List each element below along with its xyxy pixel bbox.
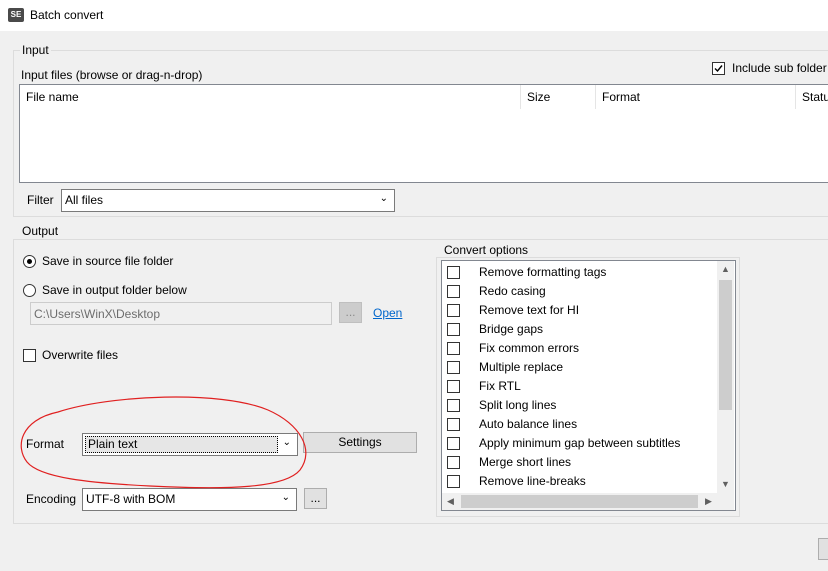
convert-option-checkbox[interactable] [447,304,460,317]
convert-option-checkbox[interactable] [447,285,460,298]
convert-option-row[interactable]: Bridge gaps [442,320,717,339]
convert-option-checkbox[interactable] [447,342,460,355]
convert-option-checkbox[interactable] [447,456,460,469]
convert-option-label: Remove text for HI [479,303,580,317]
convert-option-row[interactable]: Auto balance lines [442,415,717,434]
bottom-right-button[interactable] [818,538,828,560]
scroll-right-icon[interactable]: ▶ [700,493,717,510]
convert-option-row[interactable]: Multiple replace [442,358,717,377]
convert-option-label: Redo casing [479,284,546,298]
vertical-scrollbar[interactable]: ▲ ▼ [717,261,734,493]
convert-option-label: Bridge gaps [479,322,544,336]
convert-option-checkbox[interactable] [447,380,460,393]
convert-option-label: Remove line-breaks [479,474,586,488]
convert-option-label: Fix RTL [479,379,521,393]
convert-option-checkbox[interactable] [447,399,460,412]
convert-options-legend: Convert options [442,243,531,257]
convert-option-checkbox[interactable] [447,323,460,336]
convert-option-label: Merge short lines [479,455,572,469]
convert-option-row[interactable]: Merge short lines [442,453,717,472]
annotation-stroke [20,396,307,489]
convert-options-list[interactable]: Remove formatting tags Redo casing Remove … [441,260,736,511]
convert-option-label: Remove formatting tags [479,265,607,279]
convert-option-row[interactable]: Split long lines [442,396,717,415]
horizontal-scrollbar[interactable]: ◀ ▶ [442,493,717,510]
scroll-thumb-horizontal[interactable] [461,495,698,508]
convert-option-checkbox[interactable] [447,437,460,450]
convert-option-checkbox[interactable] [447,418,460,431]
convert-option-label: Apply minimum gap between subtitles [479,436,681,450]
scroll-thumb[interactable] [719,280,732,410]
convert-option-row[interactable]: Fix RTL [442,377,717,396]
convert-option-checkbox[interactable] [447,475,460,488]
convert-option-row[interactable]: Remove formatting tags [442,263,717,282]
convert-option-row[interactable]: Fix common errors [442,339,717,358]
convert-options-rows: Remove formatting tags Redo casing Remove … [442,263,717,493]
convert-option-row[interactable]: Remove line-breaks [442,472,717,491]
convert-option-checkbox[interactable] [447,266,460,279]
convert-option-row[interactable]: Redo casing [442,282,717,301]
convert-option-checkbox[interactable] [447,361,460,374]
scroll-left-icon[interactable]: ◀ [442,493,459,510]
convert-option-row[interactable]: Apply minimum gap between subtitles [442,434,717,453]
convert-option-label: Auto balance lines [479,417,578,431]
scroll-down-icon[interactable]: ▼ [717,476,734,493]
scrollbar-corner [717,493,734,510]
convert-option-label: Split long lines [479,398,557,412]
convert-option-row[interactable]: Remove text for HI [442,301,717,320]
scroll-up-icon[interactable]: ▲ [717,261,734,278]
convert-option-label: Fix common errors [479,341,580,355]
convert-option-label: Multiple replace [479,360,564,374]
